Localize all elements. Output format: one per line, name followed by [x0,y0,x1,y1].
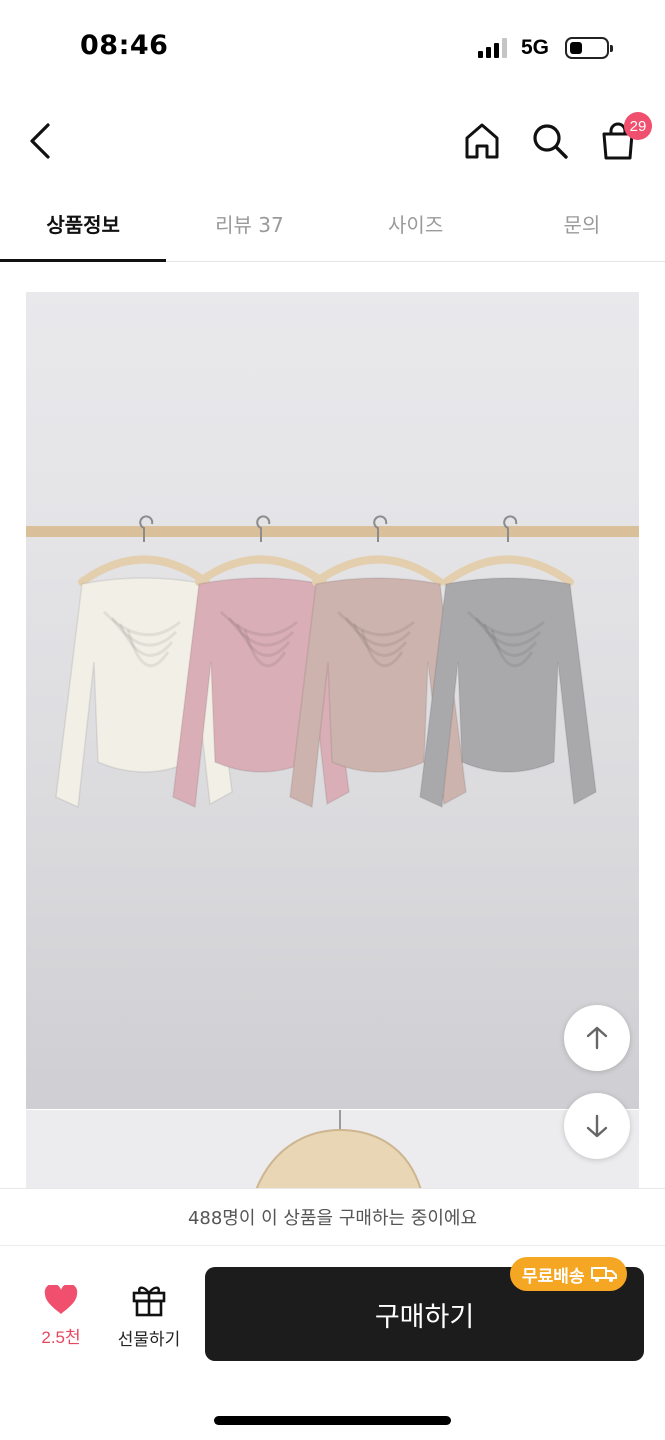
tab-inquiry[interactable]: 문의 [499,186,665,261]
home-button[interactable] [458,116,506,166]
home-icon [465,123,499,159]
status-bar: 08:46 5G [0,0,665,100]
like-count: 2.5천 [41,1328,81,1347]
gift-label: 선물하기 [117,1330,181,1350]
scroll-down-button[interactable] [564,1093,630,1159]
back-button[interactable] [18,116,62,166]
top-navigation [0,100,665,182]
gift-button[interactable]: 선물하기 [108,1283,190,1350]
search-button[interactable] [526,116,574,166]
like-button[interactable]: 2.5천 [24,1285,98,1348]
free-shipping-label: 무료배송 [522,1266,585,1287]
buy-label: 구매하기 [374,1301,475,1333]
scroll-up-button[interactable] [564,1005,630,1071]
signal-icon [477,38,507,58]
product-image [26,292,639,1109]
truck-icon [590,1267,617,1282]
gift-icon [132,1286,166,1317]
heart-icon [44,1285,78,1314]
chevron-left-icon [30,123,50,159]
tab-size[interactable]: 사이즈 [333,186,499,261]
buyers-text: 488명이 이 상품을 구매하는 중이에요 [187,1208,478,1229]
free-shipping-badge: 무료배송 [510,1257,627,1291]
product-image-next [26,1110,639,1190]
network-label: 5G [520,36,549,59]
battery-icon [565,37,613,59]
status-indicators: 5G [477,36,613,60]
cart-count-badge: 29 [624,112,652,140]
clothing-rail [26,526,639,537]
product-photo [26,515,639,809]
product-tabs: 상품정보 리뷰 37 사이즈 문의 [0,186,665,262]
tab-product-info[interactable]: 상품정보 [0,186,167,262]
battery-level [570,42,582,54]
buyers-notice: 488명이 이 상품을 구매하는 중이에요 [0,1188,665,1246]
status-time: 08:46 [80,30,169,61]
product-photo-next [254,1110,423,1190]
arrow-up-icon [586,1026,608,1050]
garment-4 [419,515,597,809]
home-indicator [214,1416,451,1425]
tab-reviews[interactable]: 리뷰 37 [166,186,332,261]
search-icon [533,124,568,159]
arrow-down-icon [586,1114,608,1138]
